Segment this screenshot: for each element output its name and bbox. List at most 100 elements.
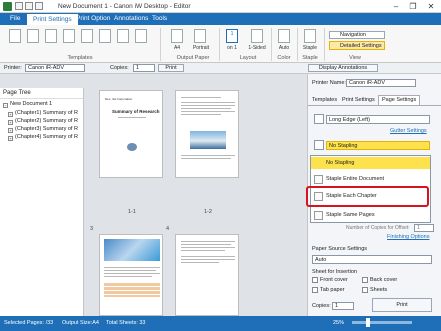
text-line	[181, 114, 221, 115]
tab-paper-label: Tab paper	[320, 287, 345, 293]
page-thumbnail[interactable]	[175, 234, 239, 316]
display-annotations-button[interactable]: Display Annotations	[308, 64, 378, 72]
text-line	[181, 244, 231, 245]
ribbon: Templates A4 Portrait Output Paper 1 on …	[0, 25, 441, 63]
tree-item-chapter[interactable]: (Chapter4) Summary of R	[15, 134, 78, 140]
tree-item-chapter[interactable]: (Chapter2) Summary of R	[15, 118, 78, 124]
staple-option-entire[interactable]: Staple Entire Document	[311, 173, 430, 185]
tab-file[interactable]: File	[4, 13, 26, 25]
status-bar: Selected Pages: /33 Output Size:A4 Total…	[0, 316, 441, 331]
staple-label: Staple	[302, 45, 318, 51]
group-label-output-paper: Output Paper	[176, 55, 210, 61]
expand-icon[interactable]: +	[8, 136, 13, 141]
staple-icon[interactable]	[304, 29, 316, 43]
undo-icon[interactable]	[25, 2, 33, 10]
template-icon[interactable]	[45, 29, 57, 43]
zoom-level: 25%	[333, 320, 345, 326]
template-icon[interactable]	[9, 29, 21, 43]
navigation-toggle[interactable]: Navigation	[329, 31, 385, 39]
text-line	[104, 267, 160, 268]
minimize-button[interactable]: –	[388, 1, 404, 12]
page-header-text: Res. 4H Corporation	[105, 97, 133, 101]
paper-size-icon[interactable]	[171, 29, 183, 43]
paper-source-select[interactable]: Auto	[312, 255, 432, 264]
page-number: 4	[166, 226, 170, 232]
total-sheets-status: Total Sheets: 33	[106, 320, 146, 326]
back-cover-checkbox[interactable]	[362, 277, 368, 283]
color-mode-icon[interactable]	[278, 29, 290, 43]
tree-item-chapter[interactable]: (Chapter3) Summary of R	[15, 126, 78, 132]
page-thumbnail[interactable]	[175, 90, 239, 178]
group-label-staple: Staple	[302, 55, 318, 61]
gutter-settings-link[interactable]: Gutter Settings	[390, 128, 427, 134]
staple-option-none[interactable]: No Stapling	[311, 157, 430, 169]
redo-icon[interactable]	[35, 2, 43, 10]
staple-option-same-pages[interactable]: Staple Same Pages	[311, 209, 430, 221]
template-icon[interactable]	[27, 29, 39, 43]
expand-icon[interactable]: +	[8, 128, 13, 133]
copies-label: Copies:	[110, 65, 129, 71]
print-button[interactable]: Print	[372, 298, 432, 312]
template-icon[interactable]	[63, 29, 75, 43]
sided-icon[interactable]	[251, 29, 263, 43]
text-line	[181, 262, 219, 263]
back-cover-label: Back cover	[370, 277, 398, 283]
front-cover-label: Front cover	[320, 277, 348, 283]
copies-stepper[interactable]: 1	[332, 302, 354, 310]
expand-icon[interactable]: +	[8, 112, 13, 117]
page-preview[interactable]: Res. 4H Corporation Summary of Research …	[84, 74, 306, 316]
detailed-settings-toggle[interactable]: Detailed Settings	[329, 41, 385, 50]
tab-tools[interactable]: Tools	[146, 13, 173, 25]
staple-select[interactable]: No Stapling	[326, 141, 430, 150]
page-thumbnail[interactable]: Res. 4H Corporation Summary of Research	[99, 90, 163, 178]
collapse-icon[interactable]: −	[3, 103, 8, 108]
paper-source-title: Paper Source Settings	[312, 246, 368, 252]
copies-label: Copies:	[312, 303, 331, 309]
text-line	[181, 105, 235, 106]
template-icon[interactable]	[99, 29, 111, 43]
separator	[219, 28, 220, 61]
copies-stepper[interactable]: 1	[133, 64, 155, 72]
tab-page-settings[interactable]: Page Settings	[378, 95, 421, 105]
sheet-insertion-title: Sheet for Insertion	[312, 269, 357, 275]
sided-label: 1-Sided	[248, 45, 266, 51]
text-line	[104, 270, 156, 271]
tree-item-chapter[interactable]: (Chapter1) Summary of R	[15, 110, 78, 116]
pages-per-sheet-value: 1	[230, 31, 234, 37]
text-line	[181, 111, 235, 112]
tab-print-settings-pane[interactable]: Print Settings	[342, 97, 375, 103]
template-icon[interactable]	[117, 29, 129, 43]
front-cover-checkbox[interactable]	[312, 277, 318, 283]
sheets-checkbox[interactable]	[362, 287, 368, 293]
finishing-options-link[interactable]: Finishing Options	[387, 234, 430, 240]
maximize-button[interactable]: ❐	[405, 1, 421, 12]
group-label-color: Color	[277, 55, 291, 61]
text-line	[181, 241, 235, 242]
print-button[interactable]: Print	[158, 64, 184, 72]
printer-name-select[interactable]: Canon iR-ADV	[346, 79, 416, 87]
printer-select[interactable]: Canon iR-ADV	[25, 64, 85, 72]
zoom-slider[interactable]	[352, 321, 412, 324]
tab-paper-checkbox[interactable]	[312, 287, 318, 293]
text-line	[181, 158, 231, 159]
group-label-layout: Layout	[239, 55, 257, 61]
text-line	[181, 256, 235, 257]
expand-icon[interactable]: +	[8, 120, 13, 125]
page-thumbnail[interactable]	[99, 234, 163, 316]
page-tree-title: Page Tree	[3, 90, 31, 96]
staple-option-icon	[314, 140, 324, 150]
save-icon[interactable]	[15, 2, 23, 10]
close-button[interactable]: ✕	[423, 1, 439, 12]
text-line	[181, 259, 235, 260]
template-icon[interactable]	[135, 29, 147, 43]
zoom-slider-handle[interactable]	[366, 318, 370, 327]
ribbon-tabs: File Print Settings Print Option Annotat…	[0, 13, 441, 25]
tab-templates[interactable]: Templates	[312, 97, 337, 103]
page-tree-pane: Page Tree − New Document 1 + (Chapter1) …	[0, 88, 84, 316]
template-icon[interactable]	[81, 29, 93, 43]
binding-select[interactable]: Long Edge (Left)	[326, 115, 430, 124]
orientation-icon[interactable]	[194, 29, 206, 43]
tree-item-document[interactable]: New Document 1	[10, 101, 52, 107]
printer-label: Printer:	[4, 65, 22, 71]
copies-offset-input[interactable]: 1	[414, 224, 434, 232]
